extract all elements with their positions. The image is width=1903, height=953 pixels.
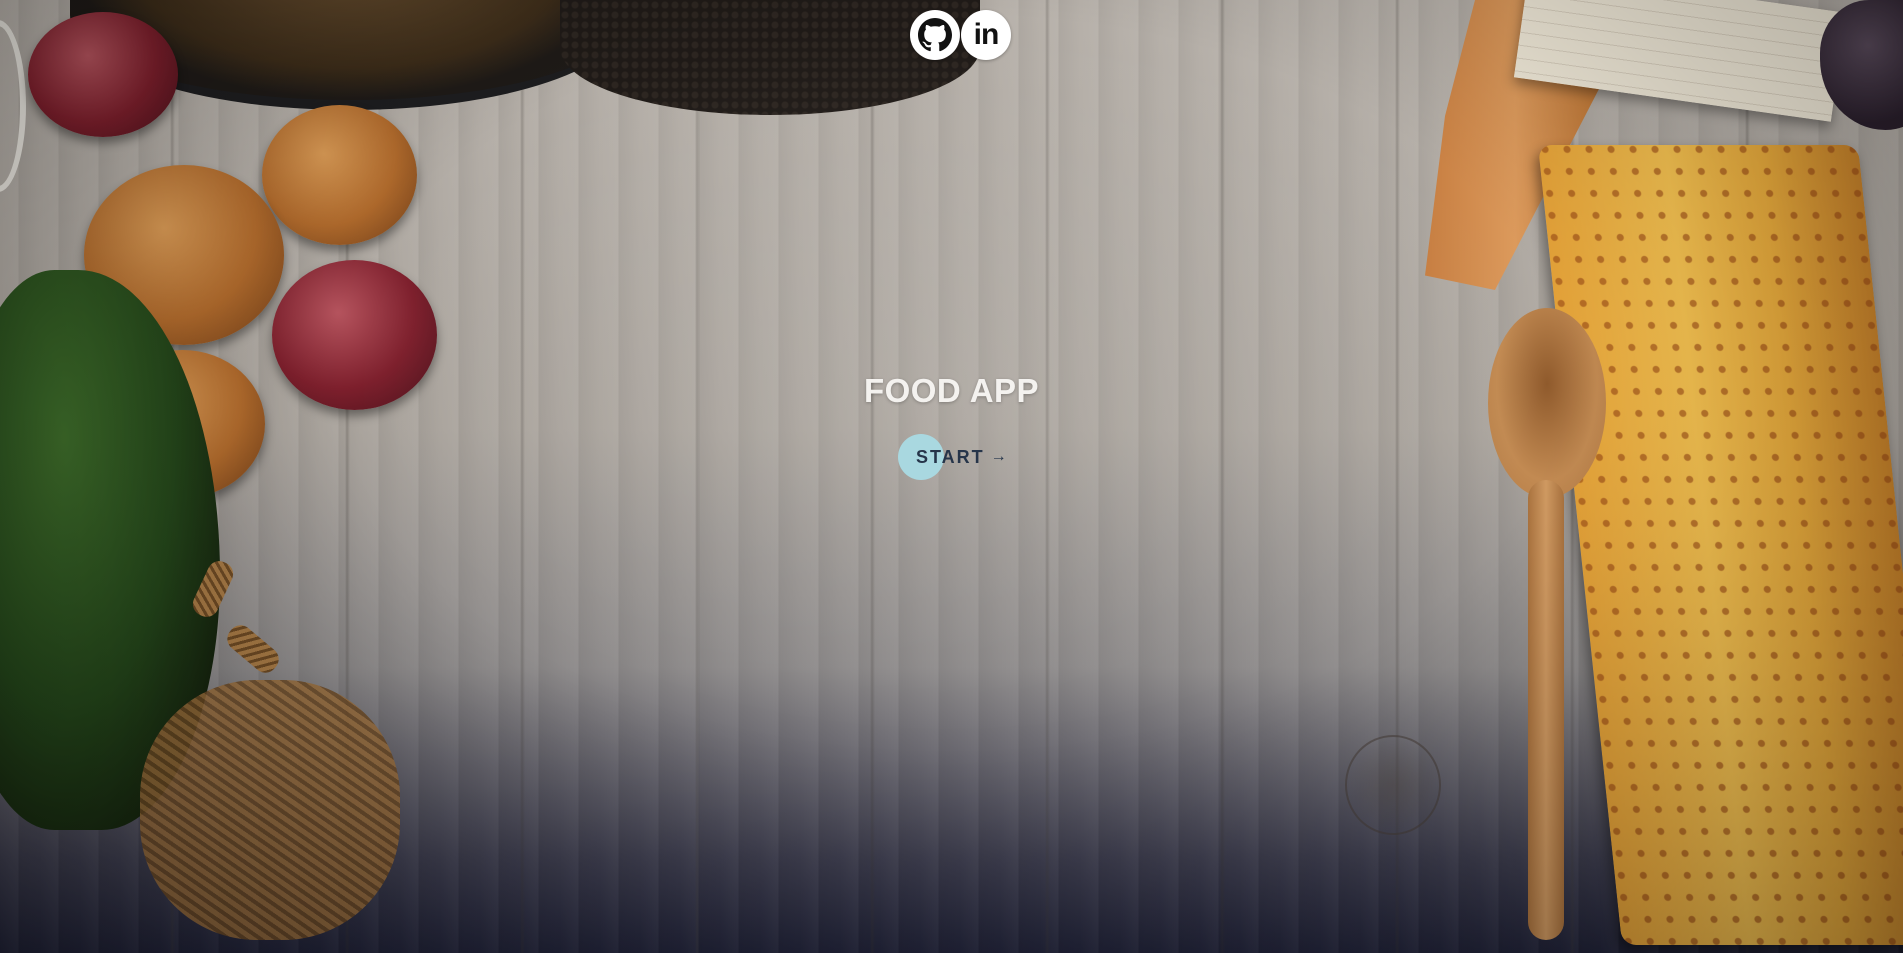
github-icon [918,18,952,52]
bread-image [1537,145,1903,945]
wooden-spoon-handle-image [1528,480,1564,940]
start-button-label: START [916,446,985,467]
github-link[interactable] [910,10,960,60]
start-button[interactable]: START → [898,434,1007,480]
app-title: FOOD APP [863,372,1040,409]
wood-knot-image [1345,735,1441,835]
linkedin-icon: in [973,18,1000,51]
linkedin-link[interactable]: in [961,10,1011,60]
onion-image [262,105,417,245]
social-links: in [910,10,1011,60]
pasta-image [140,680,400,940]
hero-section: FOOD APP START → [0,372,1903,480]
arrow-right-icon: → [990,448,1007,465]
red-onion-image [28,12,178,137]
pasta-piece-image [222,620,284,678]
bowl-image [0,20,26,192]
eggplant-image [1820,0,1903,130]
landing-page: in FOOD APP START → [0,0,1903,953]
